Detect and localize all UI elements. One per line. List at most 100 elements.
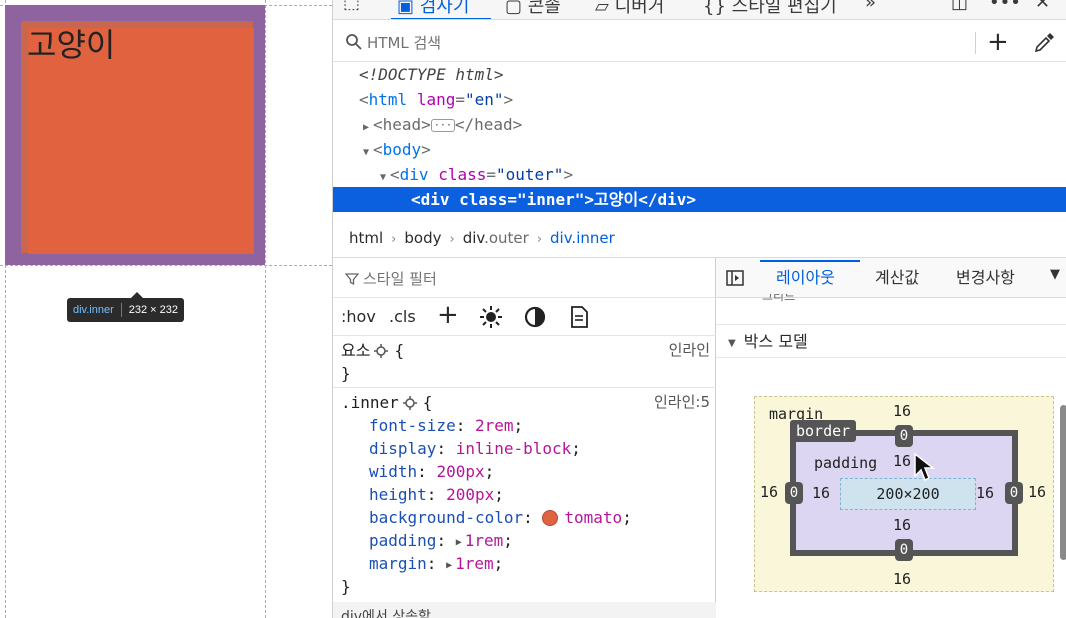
element-rule: 요소{ 인라인 } [333, 336, 716, 388]
inner-rule-selector[interactable]: .inner{ 인라인:5 [333, 391, 716, 414]
breadcrumb-div-inner[interactable]: div.inner [550, 229, 615, 247]
padding-top-value[interactable]: 16 [893, 452, 911, 470]
layout-sidebar: 레이아웃 계산값 변경사항 ▼ 그리드 ▼ 박스 모델 margin 16 16… [716, 258, 1066, 618]
rule-source-link[interactable]: 인라인 [669, 339, 710, 362]
markup-body-node[interactable]: ▼ <body> [333, 137, 1066, 162]
plus-icon[interactable]: + [987, 28, 1009, 56]
markup-inner-div-node[interactable]: <div class="inner">고양이</div> [333, 187, 1066, 212]
light-theme-sun-icon[interactable] [479, 305, 503, 336]
element-rule-selector[interactable]: 요소{ 인라인 [333, 339, 716, 362]
markup-tree: <!DOCTYPE html> <html lang="en"> ▶ <head>… [333, 62, 1066, 218]
filter-icon [344, 271, 360, 290]
box-model-padding: padding 16 16 16 16 200×200 [796, 436, 1012, 550]
declaration-height[interactable]: height: 200px; [333, 483, 716, 506]
style-filter-row [333, 258, 716, 298]
toggle-sidebar-icon[interactable] [726, 270, 744, 290]
chevron-right-icon: › [536, 232, 543, 247]
infobar-dimensions: 232 × 232 [128, 304, 179, 316]
sidebar-scrollbar[interactable] [1060, 405, 1066, 560]
declaration-width[interactable]: width: 200px; [333, 460, 716, 483]
collapse-arrow-icon: ▼ [728, 338, 736, 349]
margin-top-value[interactable]: 16 [893, 402, 911, 420]
markup-outer-div-node[interactable]: ▼ <div class="outer"> [333, 162, 1066, 187]
hov-toggle-button[interactable]: :hov [341, 305, 376, 329]
style-filter-input[interactable] [363, 268, 663, 290]
mouse-cursor-icon [913, 452, 939, 488]
breadcrumb-html[interactable]: html [349, 229, 383, 247]
rules-pane: :hov .cls + 요소{ 인라인 } .inner{ 인라인:5 [333, 258, 716, 618]
border-bottom-value[interactable]: 0 [895, 539, 913, 561]
page-viewport: 고양이 div.inner 232 × 232 [0, 0, 332, 618]
grid-section-header: 그리드 [762, 294, 796, 302]
markup-html-node[interactable]: <html lang="en"> [333, 87, 1066, 112]
box-model-border: padding 16 16 16 16 200×200 [790, 430, 1018, 556]
devtools-panel: ⬚ ▣ 검사기 ▢ 콘솔 ▱ 디버거 {} 스타일 편집기 » ◫ ••• ✕ … [332, 0, 1066, 618]
color-swatch[interactable] [542, 510, 559, 526]
inner-div-text[interactable]: 고양이 [27, 25, 115, 65]
box-model-section-header[interactable]: ▼ 박스 모델 [716, 324, 1066, 358]
expand-shorthand-icon[interactable]: ▶ [456, 531, 462, 554]
guide-line-right [265, 0, 266, 618]
declaration-background-color[interactable]: background-color: tomato; [333, 506, 716, 529]
markup-search-row: + [333, 24, 1066, 62]
tab-style-editor[interactable]: {} 스타일 편집기 [703, 0, 837, 18]
collapsed-ellipsis-icon[interactable]: ··· [430, 119, 455, 132]
tabs-dropdown-icon[interactable]: ▼ [1050, 267, 1060, 282]
close-icon[interactable]: ✕ [1035, 0, 1050, 13]
inner-rule: .inner{ 인라인:5 font-size: 2rem; display: … [333, 388, 716, 602]
add-rule-plus-icon[interactable]: + [437, 302, 459, 328]
declaration-margin[interactable]: margin: ▶ 1rem; [333, 552, 716, 575]
tab-layout[interactable]: 레이아웃 [776, 266, 835, 290]
box-model-content-size: 200×200 [840, 478, 976, 510]
box-model-diagram: margin 16 16 16 16 padding 16 16 16 16 2… [754, 396, 1054, 592]
declaration-font-size[interactable]: font-size: 2rem; [333, 414, 716, 437]
padding-left-value[interactable]: 16 [812, 484, 830, 502]
padding-label: padding [814, 454, 878, 472]
devtools-toolbar: ⬚ ▣ 검사기 ▢ 콘솔 ▱ 디버거 {} 스타일 편집기 » ◫ ••• ✕ [333, 0, 1066, 20]
chevron-right-icon: › [391, 232, 397, 247]
html-search-input[interactable] [367, 32, 967, 54]
rule-source-link[interactable]: 인라인:5 [654, 391, 710, 414]
tab-changes[interactable]: 변경사항 [956, 266, 1015, 290]
padding-bottom-value[interactable]: 16 [893, 516, 911, 534]
border-right-value[interactable]: 0 [1005, 482, 1023, 504]
cls-toggle-button[interactable]: .cls [389, 305, 416, 329]
margin-bottom-value[interactable]: 16 [893, 570, 911, 588]
padding-right-value[interactable]: 16 [976, 484, 994, 502]
dark-theme-contrast-icon[interactable] [523, 305, 547, 336]
tab-inspector[interactable]: ▣ 검사기 [397, 0, 469, 18]
margin-right-value[interactable]: 16 [1028, 483, 1046, 501]
border-left-value[interactable]: 0 [785, 482, 803, 504]
selector-highlight-icon[interactable] [402, 393, 417, 416]
highlight-margin-box: 고양이 [5, 5, 265, 265]
sidebar-tabs: 레이아웃 계산값 변경사항 ▼ [716, 258, 1066, 298]
search-icon [345, 33, 363, 55]
tab-computed[interactable]: 계산값 [875, 266, 919, 290]
tab-debugger[interactable]: ▱ 디버거 [595, 0, 664, 18]
menu-dots-icon[interactable]: ••• [989, 0, 1021, 13]
dock-icon[interactable]: ◫ [951, 0, 968, 13]
border-label: border [790, 420, 857, 442]
more-tabs-chevron-icon[interactable]: » [865, 0, 876, 13]
element-infobar: div.inner 232 × 232 [67, 292, 185, 322]
inherited-from-header: div에서 상속함 [333, 602, 716, 618]
declaration-padding[interactable]: padding: ▶ 1rem; [333, 529, 716, 552]
infobar-tag: div.inner [73, 304, 114, 316]
markup-head-node[interactable]: ▶ <head> ··· </head> [333, 112, 1066, 137]
markup-doctype[interactable]: <!DOCTYPE html> [333, 62, 1066, 87]
eyedropper-icon[interactable] [1033, 32, 1055, 58]
print-media-document-icon[interactable] [569, 305, 589, 336]
pseudo-toolbar: :hov .cls + [333, 298, 716, 336]
tab-console[interactable]: ▢ 콘솔 [505, 0, 561, 18]
expand-shorthand-icon[interactable]: ▶ [446, 554, 452, 577]
breadcrumb: html › body › div.outer › div.inner [333, 218, 1066, 258]
border-top-value[interactable]: 0 [895, 425, 913, 447]
declaration-display[interactable]: display: inline-block; [333, 437, 716, 460]
guide-line-bottom [0, 265, 332, 266]
breadcrumb-div-outer[interactable]: div.outer [463, 229, 529, 247]
element-picker-icon[interactable]: ⬚ [343, 0, 360, 13]
selector-highlight-icon[interactable] [374, 341, 389, 364]
chevron-right-icon: › [449, 232, 455, 247]
breadcrumb-body[interactable]: body [404, 229, 441, 247]
margin-left-value[interactable]: 16 [760, 483, 778, 501]
